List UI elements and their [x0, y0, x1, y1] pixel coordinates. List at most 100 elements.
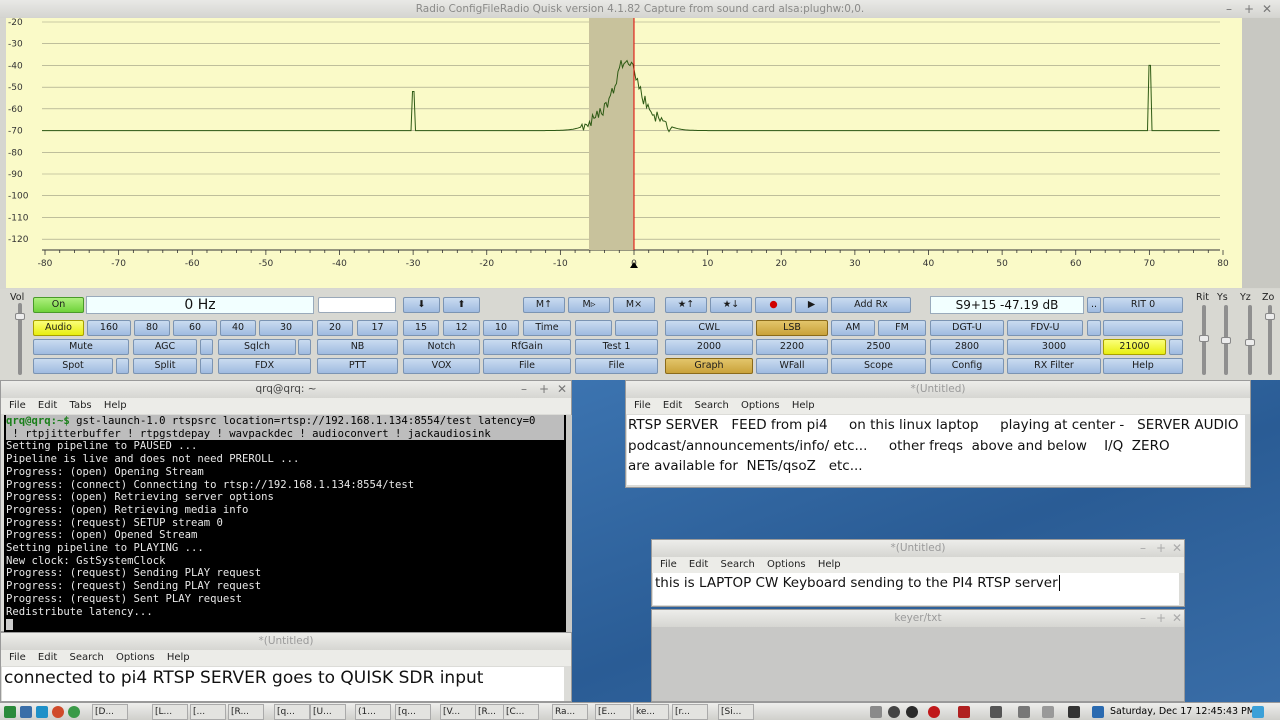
band-160-button[interactable]: 160 [87, 320, 131, 336]
mode-fdvu-button[interactable]: FDV-U [1007, 320, 1083, 336]
taskbar-task[interactable]: [D... [92, 704, 128, 720]
desktop-icon[interactable] [20, 706, 32, 718]
split-menu-icon[interactable] [200, 358, 213, 374]
blank-field[interactable] [318, 297, 396, 313]
rit-slider[interactable] [1199, 305, 1209, 375]
band-40-button[interactable]: 40 [220, 320, 256, 336]
menu-search[interactable]: Search [69, 652, 103, 663]
yz-slider[interactable] [1245, 305, 1255, 375]
rx-filter-button[interactable]: RX Filter [1007, 358, 1101, 374]
time-button[interactable]: Time [523, 320, 571, 336]
volume-icon[interactable] [1018, 706, 1030, 718]
mode-dgtu-button[interactable]: DGT-U [930, 320, 1004, 336]
band-30-button[interactable]: 30 [259, 320, 313, 336]
user-icon[interactable] [1252, 706, 1264, 718]
taskbar-task[interactable]: [U... [310, 704, 346, 720]
waterfall-button[interactable]: WFall [756, 358, 828, 374]
taskbar-task[interactable]: [q... [274, 704, 310, 720]
filter-menu-icon[interactable] [1169, 339, 1183, 355]
band-17-button[interactable]: 17 [357, 320, 398, 336]
record-tray-icon[interactable] [928, 706, 940, 718]
menu-search[interactable]: Search [720, 559, 754, 570]
editor-left-text[interactable]: connected to pi4 RTSP SERVER goes to QUI… [2, 667, 564, 701]
taskbar-task[interactable]: [q... [395, 704, 431, 720]
agc-button[interactable]: AGC [133, 339, 197, 355]
menu-help[interactable]: Help [104, 400, 127, 411]
taskbar-task[interactable]: [Si... [718, 704, 754, 720]
fdx-button[interactable]: FDX [218, 358, 311, 374]
taskbar-task[interactable]: [R... [228, 704, 264, 720]
taskbar-task[interactable]: Ra... [552, 704, 588, 720]
taskbar-task[interactable]: [r... [672, 704, 708, 720]
blank-button-3[interactable] [1103, 320, 1183, 336]
band-down-button[interactable]: ⬇ [403, 297, 440, 313]
editor-mid-text[interactable]: this is LAPTOP CW Keyboard sending to th… [653, 573, 1179, 605]
terminal-scrollbar[interactable] [566, 415, 572, 632]
settings-icon[interactable] [888, 706, 900, 718]
graph-button[interactable]: Graph [665, 358, 753, 374]
maximize-icon[interactable]: + [1156, 541, 1166, 555]
taskbar-task[interactable]: [E... [595, 704, 631, 720]
band-15-button[interactable]: 15 [403, 320, 439, 336]
band-12-button[interactable]: 12 [443, 320, 480, 336]
power-icon[interactable] [906, 706, 918, 718]
menu-options[interactable]: Options [741, 400, 780, 411]
maximize-icon[interactable]: + [1244, 2, 1254, 16]
memory-delete-button[interactable]: M× [613, 297, 655, 313]
battery-icon[interactable] [1042, 706, 1054, 718]
minimize-icon[interactable]: – [1140, 611, 1146, 625]
spot-menu-icon[interactable] [116, 358, 129, 374]
favorite-up-button[interactable]: ★↑ [665, 297, 707, 313]
menu-options[interactable]: Options [767, 559, 806, 570]
agc-menu-icon[interactable] [200, 339, 213, 355]
menu-file[interactable]: File [9, 400, 26, 411]
taskbar-task[interactable]: [C... [503, 704, 539, 720]
band-up-button[interactable]: ⬆ [443, 297, 480, 313]
rit-button[interactable]: RIT 0 [1103, 297, 1183, 313]
filter-2500-button[interactable]: 2500 [831, 339, 926, 355]
mode-fm-button[interactable]: FM [878, 320, 926, 336]
filter-21000-button[interactable]: 21000 [1103, 339, 1166, 355]
minimize-icon[interactable]: – [1140, 541, 1146, 555]
menu-file[interactable]: File [660, 559, 677, 570]
blank-button-2[interactable] [615, 320, 658, 336]
minimize-icon[interactable]: – [521, 382, 527, 396]
menu-file[interactable]: File [9, 652, 26, 663]
menu-help[interactable]: Help [167, 652, 190, 663]
band-60-button[interactable]: 60 [173, 320, 217, 336]
file-play-button[interactable]: File [483, 358, 571, 374]
network-icon[interactable] [870, 706, 882, 718]
maximize-icon[interactable]: + [1156, 611, 1166, 625]
menu-help[interactable]: Help [818, 559, 841, 570]
taskbar-task[interactable]: ke... [633, 704, 669, 720]
menu-edit[interactable]: Edit [689, 559, 708, 570]
menu-help[interactable]: Help [792, 400, 815, 411]
notch-button[interactable]: Notch [403, 339, 480, 355]
menu-options[interactable]: Options [116, 652, 155, 663]
close-icon[interactable]: ✕ [1262, 2, 1272, 16]
play-icon[interactable]: ▶ [795, 297, 828, 313]
chrome-icon[interactable] [68, 706, 80, 718]
menu-file[interactable]: File [634, 400, 651, 411]
spot-button[interactable]: Spot [33, 358, 113, 374]
start-menu-icon[interactable] [4, 706, 16, 718]
filter-2800-button[interactable]: 2800 [930, 339, 1004, 355]
vol-slider[interactable] [15, 303, 25, 375]
band-20-button[interactable]: 20 [317, 320, 353, 336]
memory-store-button[interactable]: M↑ [523, 297, 565, 313]
on-button[interactable]: On [33, 297, 84, 313]
taskbar-task[interactable]: [L... [152, 704, 188, 720]
help-button[interactable]: Help [1103, 358, 1183, 374]
config-button[interactable]: Config [930, 358, 1004, 374]
blank-button-1[interactable] [575, 320, 612, 336]
browser-icon[interactable] [36, 706, 48, 718]
taskbar-task[interactable]: [V... [440, 704, 476, 720]
maximize-icon[interactable]: + [539, 382, 549, 396]
menu-search[interactable]: Search [694, 400, 728, 411]
app-tray-icon[interactable] [990, 706, 1002, 718]
minimize-icon[interactable]: – [1226, 2, 1232, 16]
editor-top-text[interactable]: RTSP SERVER FEED from pi4 on this linux … [627, 415, 1245, 485]
menu-edit[interactable]: Edit [38, 400, 57, 411]
mode-lsb-button[interactable]: LSB [756, 320, 828, 336]
favorite-down-button[interactable]: ★↓ [710, 297, 752, 313]
